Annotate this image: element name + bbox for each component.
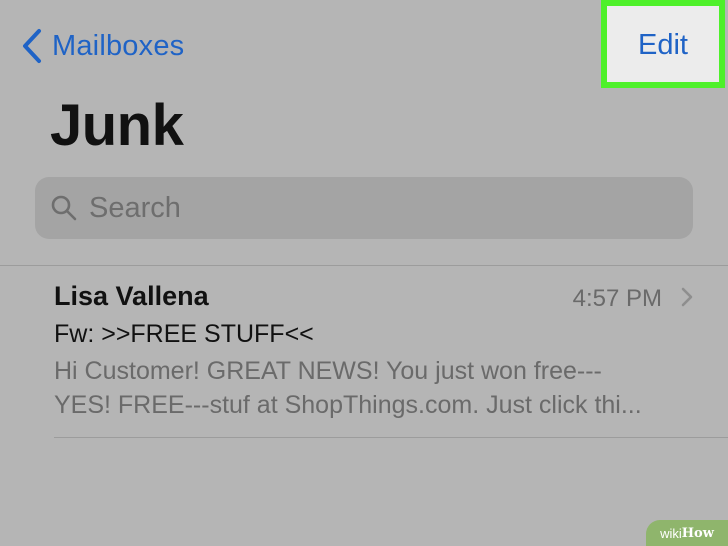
back-button-label: Mailboxes [52,29,185,62]
message-subject: Fw: >>FREE STUFF<< [54,320,314,348]
edit-button-label: Edit [638,28,688,61]
message-preview-line: Hi Customer! GREAT NEWS! You just won fr… [54,357,602,385]
back-button[interactable]: Mailboxes [20,26,184,66]
chevron-right-icon [681,287,693,307]
message-preview: Hi Customer! GREAT NEWS! You just won fr… [54,354,694,422]
divider [54,437,728,438]
watermark-suffix: How [681,525,714,541]
wikihow-watermark: wiki How [646,520,728,546]
message-list-item[interactable]: Lisa Vallena 4:57 PM Fw: >>FREE STUFF<< … [0,266,728,438]
message-preview-line: YES! FREE---stuf at ShopThings.com. Just… [54,391,642,419]
search-bar[interactable] [35,177,693,239]
search-icon [51,195,77,221]
chevron-left-icon [23,29,41,63]
message-sender: Lisa Vallena [54,281,209,311]
message-time: 4:57 PM [572,285,662,312]
page-title: Junk [50,93,184,158]
edit-button[interactable]: Edit [601,0,725,88]
watermark-prefix: wiki [660,525,682,541]
search-input[interactable] [87,190,671,226]
